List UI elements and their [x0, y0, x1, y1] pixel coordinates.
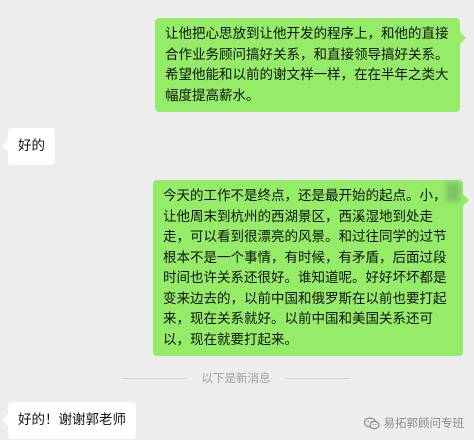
wechat-icon [363, 416, 380, 430]
divider-label: 以下是新消息 [201, 371, 271, 385]
outgoing-message[interactable]: 今天的工作不是终点，还是最开始的起点。小，让他周末到杭州的西湖景区，西溪湿地到处… [153, 180, 469, 356]
message-text: 今天的工作不是终点，还是最开始的起点。小，让他周末到杭州的西湖景区，西溪湿地到处… [163, 188, 447, 348]
incoming-message[interactable]: 好的 [2, 128, 55, 165]
incoming-message[interactable]: 好的！谢谢郭老师 [2, 402, 136, 439]
message-text: 好的 [18, 138, 45, 154]
message-text: 让他把心思放到让他开发的程序上，和他的直接合作业务顾问搞好关系，和直接领导搞好关… [165, 26, 449, 104]
new-messages-divider: 以下是新消息 [0, 370, 474, 386]
message-text: 好的！谢谢郭老师 [18, 412, 126, 428]
watermark: 易拓郭顾问专班 [363, 414, 465, 432]
divider-line [286, 378, 350, 379]
watermark-text: 易拓郭顾问专班 [383, 416, 465, 430]
redaction-blur [446, 182, 460, 202]
chat-window: 让他把心思放到让他开发的程序上，和他的直接合作业务顾问搞好关系，和直接领导搞好关… [0, 0, 474, 440]
divider-line [122, 378, 186, 379]
outgoing-message[interactable]: 让他把心思放到让他开发的程序上，和他的直接合作业务顾问搞好关系，和直接领导搞好关… [155, 18, 466, 112]
